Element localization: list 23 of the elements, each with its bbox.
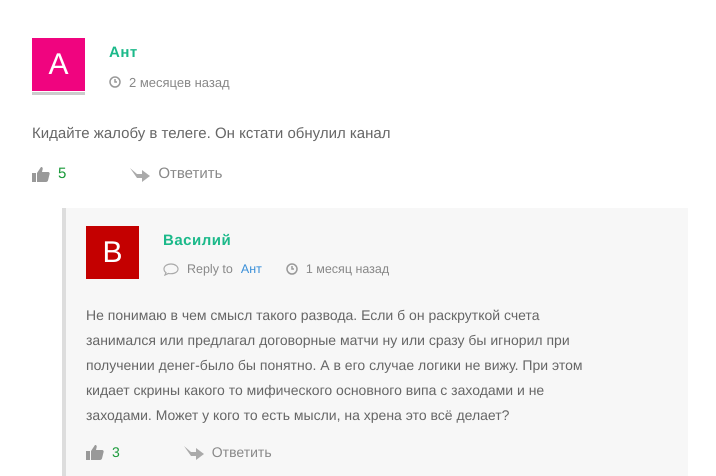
- reply-to-label: Reply to: [187, 261, 233, 278]
- author-link[interactable]: Ант: [240, 260, 262, 279]
- thumbs-up-icon: [86, 444, 104, 460]
- like-button[interactable]: 3: [86, 442, 120, 463]
- clock-icon: [286, 263, 298, 276]
- reply-button[interactable]: Ответить: [130, 163, 222, 186]
- comment-icon: [163, 262, 179, 276]
- comment-text: Кидайте жалобу в телеге. Он кстати обнулил канал: [32, 124, 392, 144]
- avatar: А: [32, 38, 85, 91]
- author-name: Василий: [163, 230, 232, 250]
- reply-button[interactable]: Ответить: [184, 442, 272, 463]
- comment-time: 1 месяц назад: [306, 261, 390, 278]
- author-name: Ант: [109, 43, 139, 63]
- avatar: В: [86, 226, 139, 278]
- clock-icon: [109, 76, 121, 88]
- like-button[interactable]: 5: [32, 163, 66, 186]
- reply-arrow-icon: [184, 444, 204, 460]
- comment-time: 2 месяцев назад: [129, 74, 230, 92]
- thumbs-up-icon: [32, 166, 50, 182]
- comment-text: Не понимаю в чем смысл такого развода. Если б он раскруткой счета занимался или предлагал договорные матчи ну или сразу бы игнорил при получении денег-было бы понятно. А в его случае логики не вижу. При этом кидает скрины какого то мифического основного випа с заходами и не заходами. Может у кого то есть мысли, на хрена это всё делает?: [86, 306, 584, 425]
- like-count: 5: [58, 164, 66, 184]
- like-count: 3: [112, 442, 120, 462]
- reply-arrow-icon: [130, 166, 150, 182]
